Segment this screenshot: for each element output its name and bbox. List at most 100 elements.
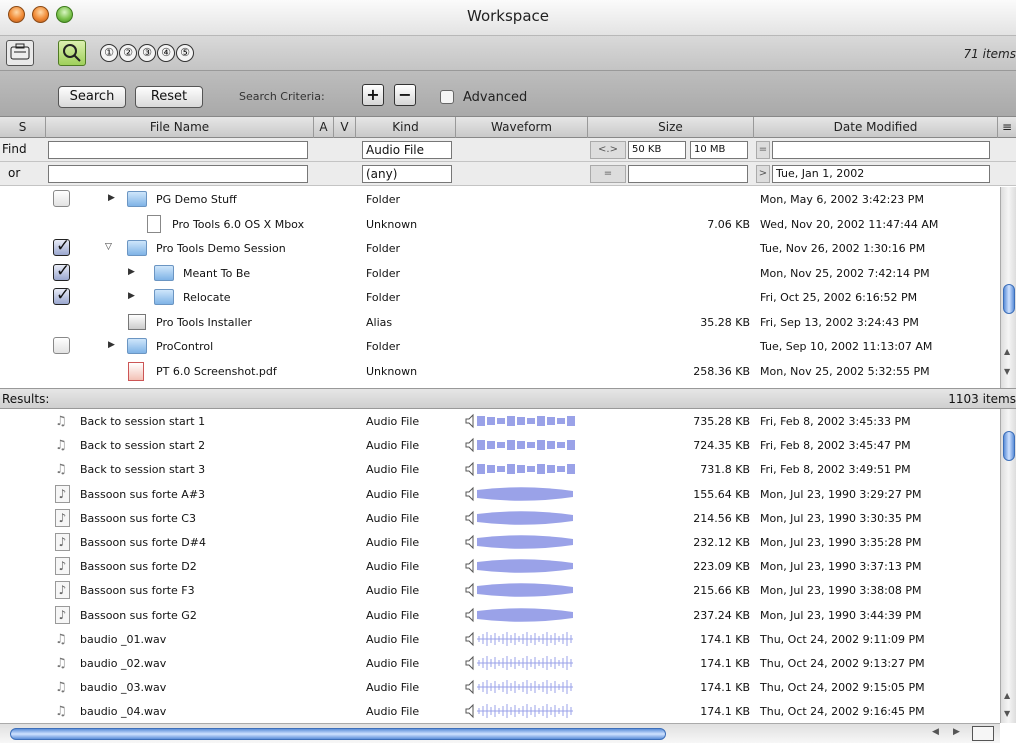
column-size[interactable]: Size xyxy=(588,117,754,138)
horizontal-scroll-thumb[interactable] xyxy=(10,728,666,740)
file-name: PT 6.0 Screenshot.pdf xyxy=(156,364,277,378)
scroll-up-arrow-icon[interactable]: ▲ xyxy=(1004,347,1010,356)
find-size-operator[interactable]: <.> xyxy=(590,141,626,159)
preset-5-button[interactable]: ⑤ xyxy=(176,44,194,62)
results-scroll-down-icon[interactable]: ▼ xyxy=(1004,709,1010,718)
magnifier-icon xyxy=(63,44,81,62)
workspace-row[interactable]: PT 6.0 Screenshot.pdf Unknown 258.36 KB Mon… xyxy=(0,359,1000,383)
workspace-row[interactable]: Pro Tools 6.0 OS X Mbox Unknown 7.06 KB Wed… xyxy=(0,212,1000,236)
column-file-name[interactable]: File Name xyxy=(46,117,314,138)
results-scroll-up-icon[interactable]: ▲ xyxy=(1004,691,1010,700)
workspace-row[interactable]: ▶ PG Demo Stuff Folder Mon, May 6, 2002 3:4… xyxy=(0,187,1000,211)
file-kind: Folder xyxy=(366,193,400,206)
horizontal-scrollbar[interactable]: ◀ ▶ xyxy=(0,723,1000,743)
or-size-field[interactable] xyxy=(628,165,748,183)
or-name-field[interactable] xyxy=(48,165,308,183)
result-row[interactable]: ♫ baudio _04.wav Audio File 174.1 KB Thu, Oc… xyxy=(0,699,1000,723)
add-criteria-button[interactable]: + xyxy=(362,84,384,106)
result-row[interactable]: ♫ baudio _02.wav Audio File 174.1 KB Thu, Oc… xyxy=(0,651,1000,675)
workspace-menu-button[interactable] xyxy=(6,40,34,66)
results-header: Results: 1103 items xyxy=(0,388,1016,409)
preset-3-button[interactable]: ③ xyxy=(138,44,156,62)
advanced-label: Advanced xyxy=(463,90,528,105)
scroll-right-arrow-icon[interactable]: ▶ xyxy=(953,727,960,737)
find-date-field[interactable] xyxy=(772,141,990,159)
or-size-operator[interactable]: = xyxy=(590,165,626,183)
audio-file-icon: ♫ xyxy=(55,704,67,720)
workspace-row[interactable]: ▽ Pro Tools Demo Session Folder Tue, Nov 26… xyxy=(0,236,1000,260)
workspace-scroll-thumb[interactable] xyxy=(1003,284,1015,314)
result-name: baudio _04.wav xyxy=(80,705,167,719)
reset-button[interactable]: Reset xyxy=(135,86,203,108)
result-row[interactable]: ♫ baudio _01.wav Audio File 174.1 KB Thu, Oc… xyxy=(0,627,1000,651)
workspace-scrollbar[interactable]: ▲ ▼ xyxy=(1000,187,1016,388)
or-date-field[interactable]: Tue, Jan 1, 2002 xyxy=(772,165,990,183)
result-row[interactable]: ♪ Bassoon sus forte A#3 Audio File 155.64 K… xyxy=(0,482,1000,506)
result-row[interactable]: ♫ Back to session start 1 Audio File 735.28… xyxy=(0,409,1000,433)
result-row[interactable]: ♫ Back to session start 2 Audio File 724.35… xyxy=(0,433,1000,457)
workspace-row[interactable]: ▶ ProControl Folder Tue, Sep 10, 2002 11:13… xyxy=(0,334,1000,358)
find-name-field[interactable] xyxy=(48,141,308,159)
find-size-min-field[interactable]: 50 KB xyxy=(628,141,686,159)
result-row[interactable]: ♪ Bassoon sus forte G2 Audio File 237.24 KB… xyxy=(0,603,1000,627)
results-scroll-thumb[interactable] xyxy=(1003,431,1015,461)
column-v[interactable]: V xyxy=(334,117,356,138)
column-a[interactable]: A xyxy=(314,117,334,138)
workspace-row[interactable]: ▶ Meant To Be Folder Mon, Nov 25, 2002 7:42… xyxy=(0,261,1000,285)
alias-icon xyxy=(128,313,146,330)
result-row[interactable]: ♪ Bassoon sus forte F3 Audio File 215.66 KB… xyxy=(0,578,1000,602)
find-date-operator[interactable]: = xyxy=(756,141,770,159)
find-kind-field[interactable]: Audio File xyxy=(362,141,452,159)
result-row[interactable]: ♫ Back to session start 3 Audio File 731.8 … xyxy=(0,457,1000,481)
result-row[interactable]: ♫ baudio _03.wav Audio File 174.1 KB Thu, Oc… xyxy=(0,675,1000,699)
column-kind[interactable]: Kind xyxy=(356,117,456,138)
preset-4-button[interactable]: ④ xyxy=(157,44,175,62)
row-checkbox[interactable] xyxy=(53,190,70,207)
result-date: Thu, Oct 24, 2002 9:16:45 PM xyxy=(760,705,925,719)
scroll-down-arrow-icon[interactable]: ▼ xyxy=(1004,367,1010,376)
row-checkbox[interactable] xyxy=(53,261,70,281)
waveform-solid xyxy=(465,583,573,598)
waveform-solid xyxy=(465,510,573,526)
result-row[interactable]: ♪ Bassoon sus forte D2 Audio File 223.09 KB… xyxy=(0,554,1000,578)
disclosure-closed-icon[interactable]: ▶ xyxy=(128,291,135,301)
file-date: Mon, May 6, 2002 3:42:23 PM xyxy=(760,193,924,206)
or-kind-field[interactable]: (any) xyxy=(362,165,452,183)
waveform-spikes xyxy=(465,655,573,671)
workspace-row[interactable]: Pro Tools Installer Alias 35.28 KB Fri, Sep… xyxy=(0,310,1000,334)
file-kind: Alias xyxy=(366,315,393,329)
resize-grip-icon[interactable] xyxy=(972,726,994,741)
row-checkbox[interactable] xyxy=(53,285,70,305)
disclosure-open-icon[interactable]: ▽ xyxy=(105,242,112,252)
disclosure-closed-icon[interactable]: ▶ xyxy=(108,193,115,203)
disclosure-closed-icon[interactable]: ▶ xyxy=(128,267,135,277)
preset-1-button[interactable]: ① xyxy=(100,44,118,62)
preset-2-button[interactable]: ② xyxy=(119,44,137,62)
column-date-modified[interactable]: Date Modified xyxy=(754,117,998,138)
scroll-left-arrow-icon[interactable]: ◀ xyxy=(932,727,939,737)
or-date-operator[interactable]: > xyxy=(756,165,770,183)
row-checkbox[interactable] xyxy=(53,236,70,256)
workspace-row[interactable]: ▶ Relocate Folder Fri, Oct 25, 2002 6:16:52… xyxy=(0,285,1000,309)
result-size: 724.35 KB xyxy=(693,439,750,453)
remove-criteria-button[interactable]: − xyxy=(394,84,416,106)
disclosure-closed-icon[interactable]: ▶ xyxy=(108,340,115,350)
advanced-checkbox[interactable] xyxy=(440,90,454,104)
row-checkbox[interactable] xyxy=(53,337,70,354)
column-s[interactable]: S xyxy=(0,117,46,138)
search-toggle-button[interactable] xyxy=(58,40,86,66)
file-size: 7.06 KB xyxy=(707,217,750,231)
file-name: Meant To Be xyxy=(183,266,251,280)
result-row[interactable]: ♪ Bassoon sus forte C3 Audio File 214.56 KB… xyxy=(0,506,1000,530)
column-waveform[interactable]: Waveform xyxy=(456,117,588,138)
results-count: 1103 items xyxy=(948,392,1016,406)
find-size-max-field[interactable]: 10 MB xyxy=(690,141,748,159)
audio-file-icon: ♫ xyxy=(55,631,67,647)
result-size: 174.1 KB xyxy=(700,657,750,670)
column-picker-button[interactable]: ≡ xyxy=(998,117,1016,138)
result-date: Thu, Oct 24, 2002 9:11:09 PM xyxy=(760,632,925,646)
result-row[interactable]: ♪ Bassoon sus forte D#4 Audio File 232.12 K… xyxy=(0,530,1000,554)
search-button[interactable]: Search xyxy=(58,86,126,108)
results-scrollbar[interactable]: ▲ ▼ xyxy=(1000,409,1016,723)
result-size: 174.1 KB xyxy=(700,632,750,646)
